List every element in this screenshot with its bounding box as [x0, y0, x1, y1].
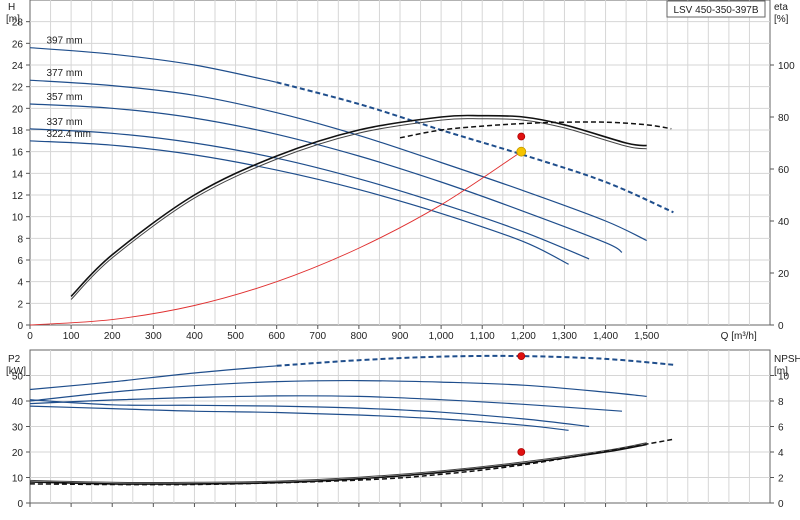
power-ytick-label: 40	[12, 397, 24, 408]
head-ytick-label: 12	[12, 191, 24, 202]
xtick-label: 400	[186, 331, 203, 342]
power-yunit-right: [m]	[774, 366, 788, 377]
xaxis-label: Q [m³/h]	[721, 331, 757, 342]
head-ytick-label: 10	[12, 213, 24, 224]
power-ytick-label: 20	[12, 448, 24, 459]
head-ytick-right-label: 20	[778, 269, 790, 280]
power-duty-point	[517, 448, 526, 456]
xtick-label: 1,500	[634, 331, 659, 342]
power-yunit-left: [kW]	[6, 366, 26, 377]
head-ytick-label: 26	[12, 39, 24, 50]
power-ytick-label: 10	[12, 474, 24, 485]
power-ytick-right-label: 6	[778, 423, 784, 434]
head-ytick-label: 22	[12, 83, 24, 94]
xtick-label: 500	[227, 331, 244, 342]
power-ytick-label: 0	[17, 499, 23, 510]
pump-curve-chart: 0 2 4 6 8 10 12 14 16 18 20 22 24 26 28 0 20 40 60 80 100 H [m…	[0, 0, 800, 520]
xtick-label: 1,300	[552, 331, 577, 342]
xtick-label: 900	[392, 331, 409, 342]
xtick-label: 0	[27, 331, 33, 342]
head-ytick-right-label: 80	[778, 113, 790, 124]
power-ylabel-right: NPSH	[774, 354, 800, 365]
xtick-label: 1,000	[429, 331, 454, 342]
head-ytick-label: 14	[12, 169, 24, 180]
power-ytick-right-label: 4	[778, 448, 784, 459]
head-ytick-label: 16	[12, 148, 24, 159]
head-ytick-label: 8	[17, 234, 23, 245]
xtick-label: 200	[104, 331, 121, 342]
xtick-label: 700	[309, 331, 326, 342]
head-ytick-label: 18	[12, 126, 24, 137]
legend-box-label: LSV 450-350-397B	[673, 5, 758, 16]
xtick-label: 100	[63, 331, 80, 342]
xtick-label: 300	[145, 331, 162, 342]
head-ytick-label: 20	[12, 104, 24, 115]
head-ytick-label: 6	[17, 256, 23, 267]
power-ytick-right-label: 0	[778, 499, 784, 510]
head-ytick-right-label: 100	[778, 61, 795, 72]
xtick-label: 600	[268, 331, 285, 342]
xtick-label: 1,200	[511, 331, 536, 342]
head-ytick-right-label: 60	[778, 165, 790, 176]
head-duty-point	[516, 146, 527, 157]
head-curve-label: 377 mm	[46, 68, 82, 79]
power-ytick-right-label: 2	[778, 474, 784, 485]
head-curve-label: 397 mm	[46, 36, 82, 47]
power-ytick-label: 30	[12, 423, 24, 434]
head-ylabel-right: eta	[774, 2, 788, 13]
head-yunit-right: [%]	[774, 14, 789, 25]
head-yunit-left: [m]	[6, 14, 20, 25]
head-ytick-label: 4	[17, 278, 23, 289]
head-curve-label: 337 mm	[46, 117, 82, 128]
head-ylabel-left: H	[8, 2, 15, 13]
xtick-label: 800	[351, 331, 368, 342]
power-ytick-right-label: 8	[778, 397, 784, 408]
xtick-label: 1,100	[470, 331, 495, 342]
head-ytick-right-label: 0	[778, 321, 784, 332]
xtick-label: 1,400	[593, 331, 618, 342]
head-curve-label: 322.4 mm	[46, 129, 90, 140]
power-ylabel-left: P2	[8, 354, 21, 365]
head-ytick-right-label: 40	[778, 217, 790, 228]
head-ytick-label: 0	[17, 321, 23, 332]
head-ytick-label: 2	[17, 299, 23, 310]
head-curve-label: 357 mm	[46, 92, 82, 103]
head-ytick-label: 24	[12, 61, 24, 72]
head-duty-point	[517, 132, 526, 141]
chart-svg: 0246810121416182022242628020406080100H[m…	[6, 0, 800, 510]
power-duty-point	[517, 352, 526, 361]
